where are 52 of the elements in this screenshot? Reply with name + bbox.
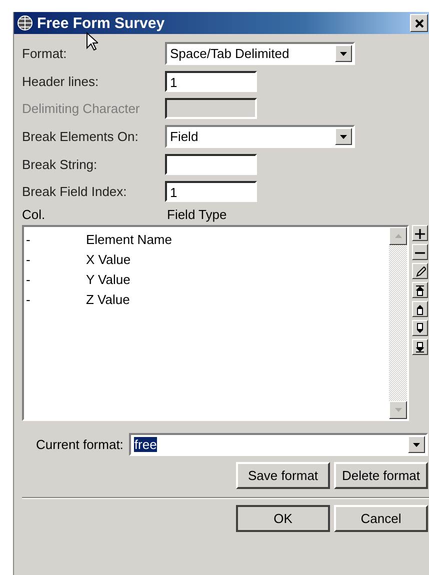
list-item[interactable]: Z Value bbox=[86, 292, 130, 306]
pencil-icon bbox=[414, 266, 426, 276]
input-field[interactable] bbox=[165, 154, 257, 175]
dialog-button[interactable]: Cancel bbox=[334, 505, 428, 532]
mouse-pointer-icon bbox=[86, 32, 98, 51]
field-label: Break Elements On: bbox=[22, 129, 140, 144]
column-header: Col. bbox=[22, 207, 46, 222]
move-down-icon bbox=[414, 322, 426, 334]
field-label: Header lines: bbox=[22, 74, 100, 89]
field-label: Break String: bbox=[22, 157, 98, 172]
globe-icon bbox=[17, 15, 33, 31]
list-cell-text: - bbox=[25, 292, 32, 306]
input-field[interactable]: 1 bbox=[165, 71, 257, 92]
list-cell-text: - bbox=[25, 272, 32, 286]
format-button[interactable]: Save format bbox=[236, 462, 330, 489]
list-cell-text: - bbox=[25, 232, 32, 246]
dropdown-arrow-icon bbox=[413, 442, 420, 446]
close-icon bbox=[414, 18, 424, 28]
add-icon bbox=[414, 228, 426, 238]
dropdown[interactable]: free bbox=[129, 433, 428, 456]
scroll-up-icon bbox=[394, 234, 402, 238]
pencil-button[interactable] bbox=[412, 263, 428, 279]
move-bottom-button[interactable] bbox=[412, 339, 428, 355]
input-field[interactable]: 1 bbox=[165, 181, 257, 202]
dialog-button[interactable]: OK bbox=[236, 505, 330, 532]
scroll-down-icon bbox=[394, 408, 402, 412]
dropdown-value: free bbox=[134, 437, 157, 452]
move-top-button[interactable] bbox=[412, 282, 428, 298]
move-up-button[interactable] bbox=[412, 301, 428, 317]
list-cell-text: - bbox=[25, 252, 32, 266]
move-up-icon bbox=[414, 304, 426, 314]
add-button[interactable] bbox=[412, 225, 428, 241]
dropdown[interactable]: Space/Tab Delimited bbox=[165, 42, 355, 65]
close-button[interactable] bbox=[410, 14, 428, 32]
column-header: Field Type bbox=[167, 207, 227, 222]
window-title: Free Form Survey bbox=[37, 14, 165, 32]
field-label: Format: bbox=[22, 46, 68, 61]
list-item[interactable]: Element Name bbox=[86, 232, 172, 246]
list-item[interactable]: X Value bbox=[86, 252, 131, 266]
move-down-button[interactable] bbox=[412, 320, 428, 336]
field-label: Delimiting Character bbox=[22, 101, 141, 116]
dropdown[interactable]: Field bbox=[165, 125, 355, 148]
scrollbar[interactable] bbox=[389, 227, 407, 419]
move-bottom-icon bbox=[414, 342, 426, 352]
move-top-icon bbox=[414, 284, 426, 296]
field-label: Break Field Index: bbox=[22, 184, 128, 199]
field-label: Current format: bbox=[36, 437, 124, 452]
list-item[interactable]: Y Value bbox=[86, 272, 130, 286]
remove-button[interactable] bbox=[412, 244, 428, 260]
dropdown-arrow-icon bbox=[340, 52, 347, 56]
format-button[interactable]: Delete format bbox=[334, 462, 428, 489]
dropdown-arrow-icon bbox=[340, 134, 347, 138]
